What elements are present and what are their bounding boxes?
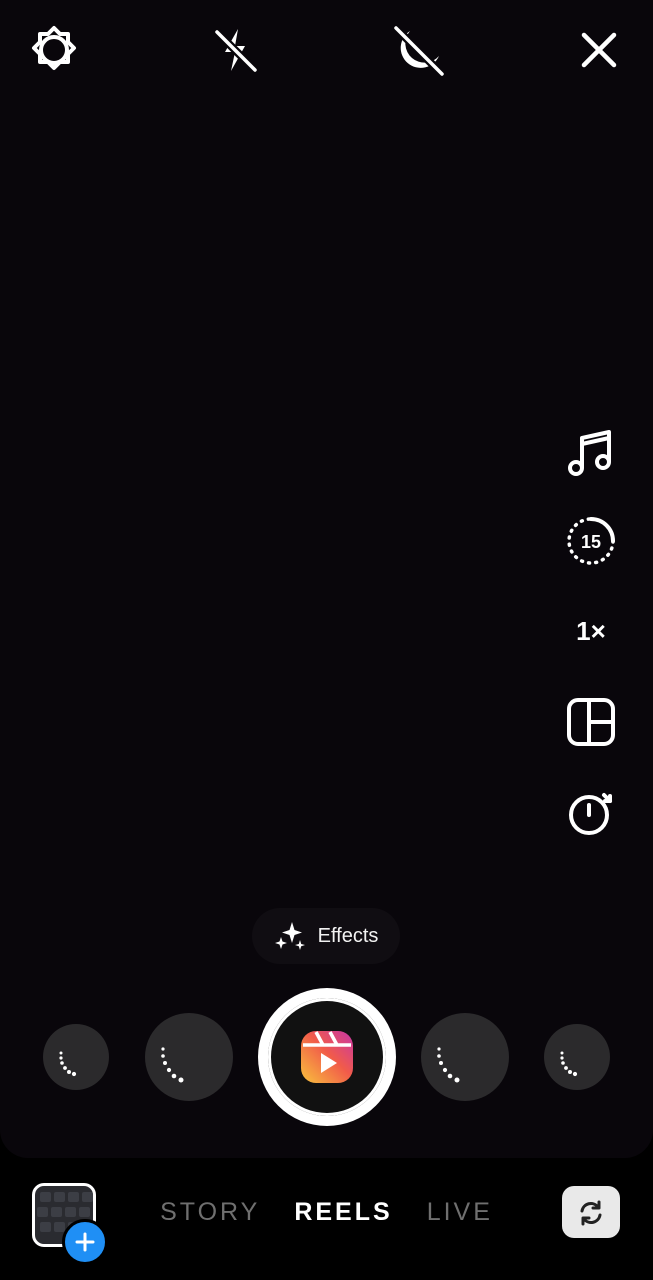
loading-spinner-icon <box>560 1051 578 1077</box>
close-icon <box>581 32 617 68</box>
flip-camera-icon <box>573 1196 609 1228</box>
settings-button[interactable] <box>26 22 82 78</box>
layout-button[interactable] <box>559 690 623 754</box>
loading-spinner-icon <box>59 1051 77 1077</box>
effect-thumbnail[interactable] <box>145 1013 233 1101</box>
mode-live[interactable]: LIVE <box>427 1198 493 1234</box>
effects-label: Effects <box>317 924 379 947</box>
speed-button[interactable]: 1× <box>559 599 623 663</box>
night-mode-button[interactable] <box>390 22 446 78</box>
length-timer-icon: 15 <box>567 517 615 565</box>
timer-button[interactable] <box>559 780 623 844</box>
flash-off-icon <box>214 29 258 73</box>
effect-thumbnail[interactable] <box>43 1024 109 1090</box>
music-note-icon <box>568 430 611 476</box>
capture-button[interactable] <box>258 988 396 1126</box>
loading-spinner-icon <box>437 1047 460 1083</box>
mode-reels[interactable]: REELS <box>294 1198 392 1234</box>
layout-grid-icon <box>567 698 615 746</box>
plus-icon <box>75 1232 95 1252</box>
night-mode-off-icon <box>393 25 445 77</box>
stopwatch-icon <box>569 793 612 835</box>
close-button[interactable] <box>571 22 627 78</box>
flash-button[interactable] <box>207 22 263 78</box>
effect-thumbnail[interactable] <box>544 1024 610 1090</box>
sparkles-icon <box>274 922 305 950</box>
speed-label: 1× <box>576 615 606 646</box>
capture-inner-ring <box>268 998 386 1116</box>
flip-camera-button[interactable] <box>562 1186 620 1238</box>
effects-button[interactable]: Effects <box>252 908 400 964</box>
reels-icon <box>301 1031 353 1083</box>
audio-button[interactable] <box>559 420 623 484</box>
loading-spinner-icon <box>161 1047 184 1083</box>
mode-selector: STORY REELS LIVE <box>0 1198 653 1234</box>
length-button[interactable]: 15 <box>559 509 623 573</box>
gear-icon <box>32 26 76 70</box>
length-value: 15 <box>581 532 601 552</box>
camera-viewfinder[interactable]: 15 1× Effects <box>0 0 653 1158</box>
mode-story[interactable]: STORY <box>160 1198 260 1234</box>
effect-thumbnail[interactable] <box>421 1013 509 1101</box>
